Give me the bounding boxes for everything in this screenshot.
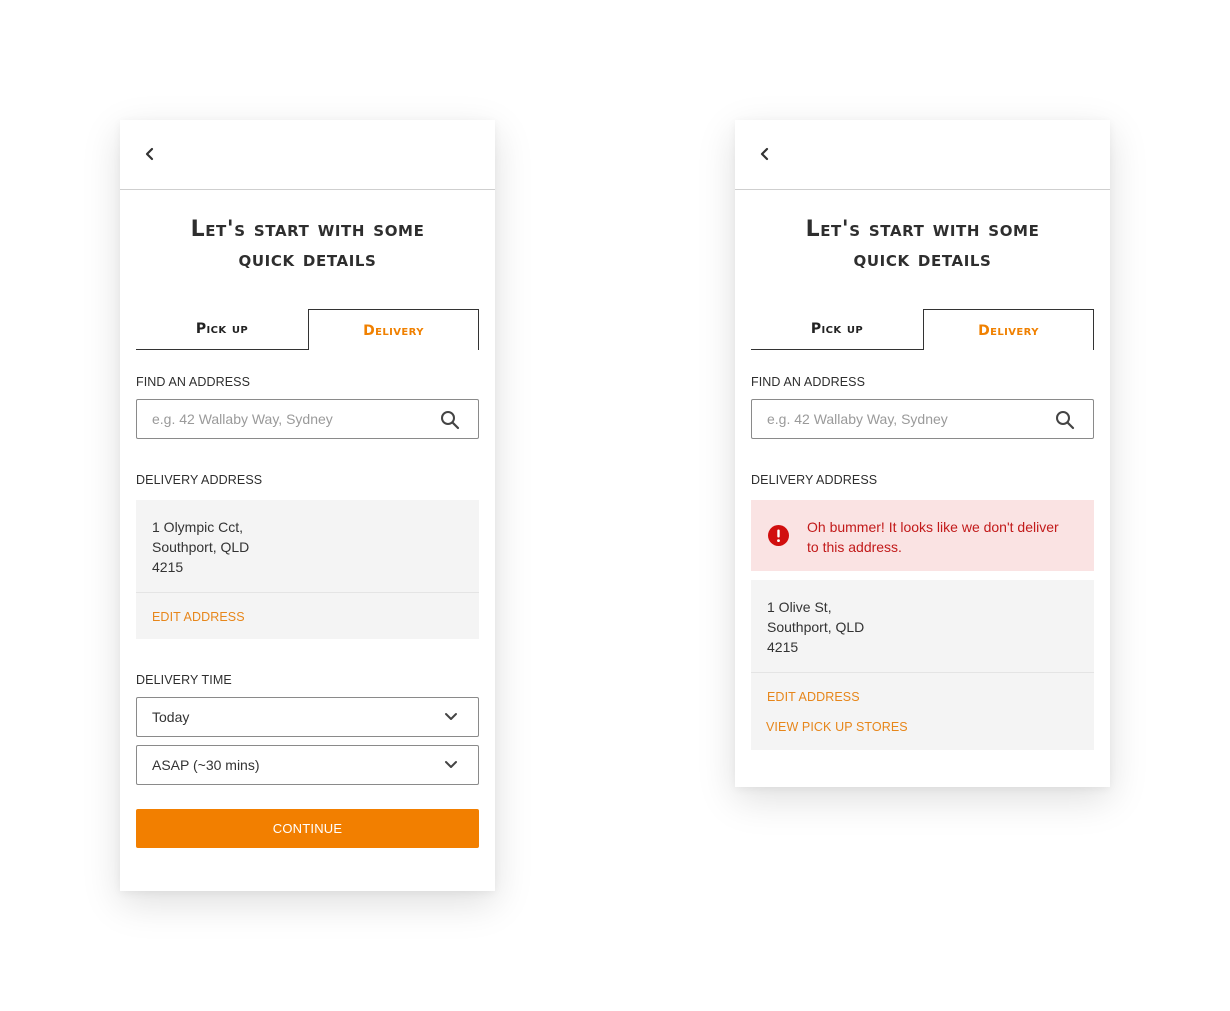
address-text: 1 Olympic Cct, Southport, QLD 4215 [152,519,250,575]
delivery-day-select[interactable]: Today [136,697,479,737]
delivery-screen-error: Let's start with some quick details Pick… [735,120,1110,787]
delivery-error-alert: Oh bummer! It looks like we don't delive… [751,500,1094,571]
top-bar [735,120,1110,190]
back-arrow-icon[interactable] [753,142,777,166]
delivery-time-value: ASAP (~30 mins) [152,757,260,773]
delivery-time-label: DELIVERY TIME [136,673,232,687]
search-icon[interactable] [440,410,460,430]
address-text: 1 Olive St, Southport, QLD 4215 [767,599,865,655]
top-bar [120,120,495,190]
search-icon[interactable] [1055,410,1075,430]
chevron-down-icon [445,713,457,720]
chevron-down-icon [445,761,457,768]
delivery-day-value: Today [152,709,190,725]
error-message: Oh bummer! It looks like we don't delive… [807,519,1059,555]
view-pick-up-stores-link[interactable]: VIEW PICK UP STORES [751,704,1094,750]
find-address-label: FIND AN ADDRESS [136,375,251,389]
edit-address-link[interactable]: EDIT ADDRESS [136,593,479,639]
delivery-address-panel: 1 Olive St, Southport, QLD 4215 EDIT ADD… [751,580,1094,750]
delivery-address-label: DELIVERY ADDRESS [136,473,263,487]
order-type-tabs: Pick up Delivery [136,309,479,350]
delivery-address-panel: 1 Olympic Cct, Southport, QLD 4215 EDIT … [136,500,479,639]
address-search-placeholder: e.g. 42 Wallaby Way, Sydney [767,411,948,427]
edit-address-link[interactable]: EDIT ADDRESS [751,673,1094,704]
order-type-tabs: Pick up Delivery [751,309,1094,350]
error-icon [768,525,789,546]
delivery-screen-valid: Let's start with some quick details Pick… [120,120,495,891]
tab-delivery[interactable]: Delivery [308,309,479,350]
address-search-input[interactable]: e.g. 42 Wallaby Way, Sydney [751,399,1094,439]
tab-pick-up[interactable]: Pick up [751,309,923,350]
continue-button[interactable]: CONTINUE [136,809,479,848]
address-search-input[interactable]: e.g. 42 Wallaby Way, Sydney [136,399,479,439]
page-title: Let's start with some quick details [190,217,425,272]
back-arrow-icon[interactable] [138,142,162,166]
page-title: Let's start with some quick details [805,217,1040,272]
tab-delivery[interactable]: Delivery [923,309,1094,350]
delivery-time-select[interactable]: ASAP (~30 mins) [136,745,479,785]
address-search-placeholder: e.g. 42 Wallaby Way, Sydney [152,411,333,427]
find-address-label: FIND AN ADDRESS [751,375,866,389]
delivery-address-label: DELIVERY ADDRESS [751,473,878,487]
tab-pick-up[interactable]: Pick up [136,309,308,350]
